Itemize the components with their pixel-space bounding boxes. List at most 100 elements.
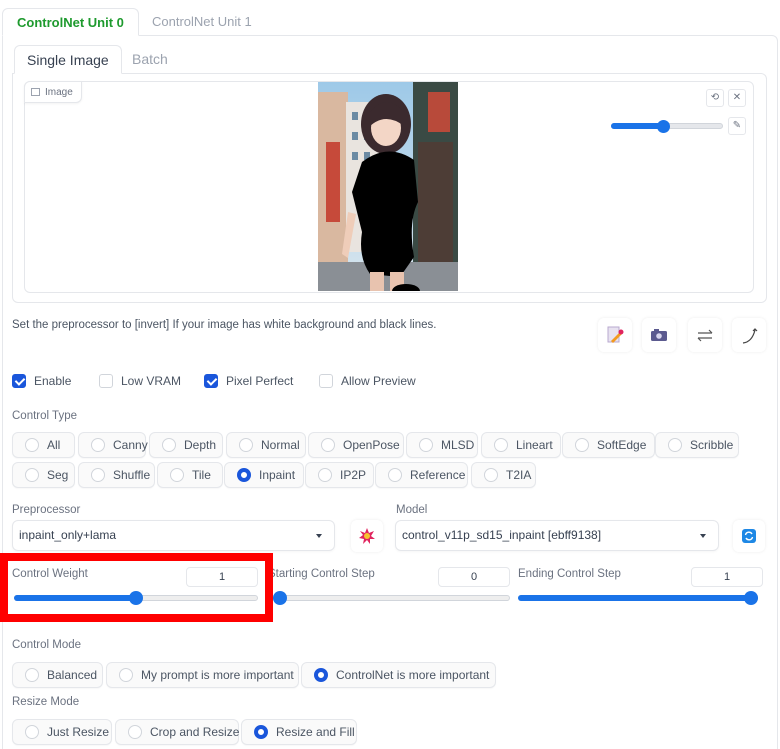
control-type-option-softedge[interactable]: SoftEdge bbox=[562, 432, 655, 458]
slider-thumb[interactable] bbox=[744, 591, 758, 605]
send-dimensions-button[interactable] bbox=[732, 318, 766, 352]
undo-icon: ⟲ bbox=[710, 92, 720, 103]
uploaded-image[interactable] bbox=[318, 82, 458, 291]
control-type-option-all[interactable]: All bbox=[12, 432, 75, 458]
control-type-option-scribble[interactable]: Scribble bbox=[655, 432, 739, 458]
control-type-option-ip2p[interactable]: IP2P bbox=[305, 462, 374, 488]
allow-preview-checkbox[interactable]: Allow Preview bbox=[319, 373, 416, 389]
create-canvas-button[interactable] bbox=[598, 318, 632, 352]
radio-icon[interactable] bbox=[314, 668, 328, 682]
control-type-option-seg[interactable]: Seg bbox=[12, 462, 75, 488]
tab-batch[interactable]: Batch bbox=[120, 45, 180, 74]
radio-icon[interactable] bbox=[128, 725, 142, 739]
radio-icon[interactable] bbox=[91, 468, 105, 482]
chevron-down-icon bbox=[700, 534, 706, 538]
control-type-option-depth[interactable]: Depth bbox=[149, 432, 223, 458]
radio-icon[interactable] bbox=[25, 668, 39, 682]
preprocessor-value: inpaint_only+lama bbox=[19, 528, 117, 542]
control-type-option-canny[interactable]: Canny bbox=[78, 432, 148, 458]
brush-slider-thumb[interactable] bbox=[657, 120, 670, 133]
control-mode-option-my-prompt-is-more-important[interactable]: My prompt is more important bbox=[106, 662, 299, 688]
radio-icon[interactable] bbox=[494, 438, 508, 452]
control-type-option-normal[interactable]: Normal bbox=[226, 432, 306, 458]
control-type-option-t2ia[interactable]: T2IA bbox=[471, 462, 536, 488]
radio-icon[interactable] bbox=[170, 468, 184, 482]
resize-mode-option-crop-and-resize[interactable]: Crop and Resize bbox=[115, 719, 239, 745]
resize-mode-label: Resize Mode bbox=[12, 696, 80, 708]
image-icon bbox=[31, 88, 40, 96]
slider-thumb[interactable] bbox=[273, 591, 287, 605]
control-type-label: Control Type bbox=[12, 410, 77, 422]
control-type-option-reference[interactable]: Reference bbox=[375, 462, 468, 488]
radio-label: Resize and Fill bbox=[276, 725, 355, 739]
radio-label: Shuffle bbox=[113, 468, 151, 482]
allow-preview-checkbox-box[interactable] bbox=[319, 374, 333, 388]
enable-checkbox[interactable]: Enable bbox=[12, 373, 71, 389]
control-type-option-openpose[interactable]: OpenPose bbox=[308, 432, 404, 458]
radio-icon[interactable] bbox=[25, 438, 39, 452]
radio-icon[interactable] bbox=[388, 468, 402, 482]
image-label: Image bbox=[24, 81, 82, 103]
preprocessor-dropdown[interactable]: inpaint_only+lama bbox=[12, 520, 335, 551]
mirror-button[interactable] bbox=[688, 318, 722, 352]
webcam-button[interactable] bbox=[642, 318, 676, 352]
brush-icon: ✎ bbox=[732, 120, 742, 131]
radio-icon[interactable] bbox=[162, 438, 176, 452]
control-mode-option-controlnet-is-more-important[interactable]: ControlNet is more important bbox=[301, 662, 496, 688]
starting-control-step-slider[interactable] bbox=[273, 591, 510, 605]
run-preprocessor-button[interactable] bbox=[351, 520, 383, 552]
radio-icon[interactable] bbox=[318, 468, 332, 482]
tab-controlnet-unit-0[interactable]: ControlNet Unit 0 bbox=[2, 8, 139, 36]
model-dropdown[interactable]: control_v11p_sd15_inpaint [ebff9138] bbox=[395, 520, 719, 551]
create-canvas-icon bbox=[607, 326, 624, 343]
pixel-perfect-checkbox[interactable]: Pixel Perfect bbox=[204, 373, 293, 389]
preprocessor-label: Preprocessor bbox=[12, 504, 81, 516]
radio-label: ControlNet is more important bbox=[336, 668, 490, 682]
radio-label: MLSD bbox=[441, 438, 475, 452]
low-vram-checkbox-box[interactable] bbox=[99, 374, 113, 388]
tab-single-image[interactable]: Single Image bbox=[14, 45, 122, 74]
control-type-option-mlsd[interactable]: MLSD bbox=[406, 432, 478, 458]
radio-label: Crop and Resize bbox=[150, 725, 240, 739]
pixel-perfect-checkbox-box[interactable] bbox=[204, 374, 218, 388]
brush-button[interactable]: ✎ bbox=[728, 117, 746, 135]
control-weight-input[interactable]: 1 bbox=[186, 567, 258, 587]
control-mode-option-balanced[interactable]: Balanced bbox=[12, 662, 103, 688]
radio-icon[interactable] bbox=[91, 438, 105, 452]
control-type-option-shuffle[interactable]: Shuffle bbox=[78, 462, 155, 488]
tab-controlnet-unit-1[interactable]: ControlNet Unit 1 bbox=[138, 8, 266, 36]
radio-icon[interactable] bbox=[25, 725, 39, 739]
radio-icon[interactable] bbox=[25, 468, 39, 482]
model-label: Model bbox=[396, 504, 428, 516]
radio-icon[interactable] bbox=[119, 668, 133, 682]
radio-label: SoftEdge bbox=[597, 438, 647, 452]
radio-icon[interactable] bbox=[254, 725, 268, 739]
radio-label: Balanced bbox=[47, 668, 98, 682]
low-vram-checkbox[interactable]: Low VRAM bbox=[99, 373, 181, 389]
brush-size-slider[interactable] bbox=[611, 120, 723, 133]
radio-icon[interactable] bbox=[419, 438, 433, 452]
refresh-models-button[interactable] bbox=[733, 520, 765, 552]
slider-thumb[interactable] bbox=[129, 591, 143, 605]
control-weight-slider[interactable] bbox=[14, 591, 258, 605]
enable-checkbox-box[interactable] bbox=[12, 374, 26, 388]
undo-button[interactable]: ⟲ bbox=[706, 89, 724, 107]
ending-control-step-input[interactable]: 1 bbox=[691, 567, 763, 587]
radio-icon[interactable] bbox=[239, 438, 253, 452]
control-type-option-lineart[interactable]: Lineart bbox=[481, 432, 561, 458]
radio-icon[interactable] bbox=[237, 468, 251, 482]
chevron-down-icon bbox=[316, 534, 322, 538]
radio-icon[interactable] bbox=[668, 438, 682, 452]
resize-mode-option-resize-and-fill[interactable]: Resize and Fill bbox=[241, 719, 357, 745]
radio-icon[interactable] bbox=[321, 438, 335, 452]
control-type-option-tile[interactable]: Tile bbox=[157, 462, 223, 488]
starting-control-step-input[interactable]: 0 bbox=[438, 567, 510, 587]
control-type-option-inpaint[interactable]: Inpaint bbox=[224, 462, 304, 488]
radio-icon[interactable] bbox=[575, 438, 589, 452]
resize-mode-option-just-resize[interactable]: Just Resize bbox=[12, 719, 112, 745]
ending-control-step-slider[interactable] bbox=[518, 591, 758, 605]
radio-label: Tile bbox=[192, 468, 211, 482]
radio-icon[interactable] bbox=[484, 468, 498, 482]
clear-button[interactable]: ✕ bbox=[728, 89, 746, 107]
radio-label: IP2P bbox=[340, 468, 367, 482]
